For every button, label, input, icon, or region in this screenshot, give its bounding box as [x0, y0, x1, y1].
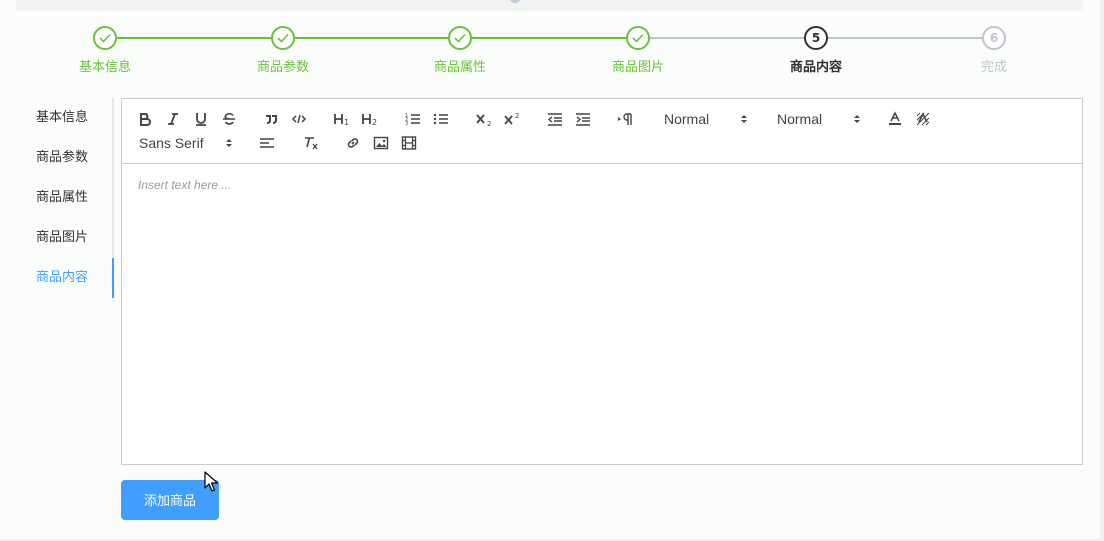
indent-icon[interactable] — [574, 107, 592, 131]
tab-product-attributes[interactable]: 商品属性 — [20, 178, 112, 218]
step-title: 基本信息 — [78, 60, 131, 75]
check-icon — [626, 26, 650, 50]
svg-text:2: 2 — [487, 120, 491, 126]
superscript-icon[interactable]: 2 — [502, 107, 522, 131]
font-select[interactable]: Sans Serif — [139, 131, 233, 155]
outdent-icon[interactable] — [546, 107, 564, 131]
svg-text:2: 2 — [372, 118, 377, 126]
size-select-value: Normal — [777, 111, 823, 127]
tab-product-content[interactable]: 商品内容 — [20, 258, 112, 298]
top-indicator — [509, 0, 521, 3]
header-1-icon[interactable]: 1 — [332, 107, 352, 131]
step-title: 商品内容 — [789, 60, 842, 75]
svg-text:3: 3 — [405, 121, 408, 126]
text-color-icon[interactable] — [886, 107, 904, 131]
header-2-icon[interactable]: 2 — [360, 107, 380, 131]
link-icon[interactable] — [344, 131, 362, 155]
editor-content[interactable]: Insert text here ... — [122, 164, 1082, 464]
video-icon[interactable] — [400, 131, 418, 155]
check-icon — [271, 26, 295, 50]
step-3: 商品属性 — [400, 26, 520, 76]
vertical-tabs: 基本信息 商品参数 商品属性 商品图片 商品内容 — [20, 98, 114, 298]
steps: 基本信息 商品参数 商品属性 商品图片 5 商品内容 6 完成 — [0, 26, 1104, 86]
font-select-value: Sans Serif — [139, 135, 204, 151]
tab-product-params[interactable]: 商品参数 — [20, 138, 112, 178]
step-number: 5 — [804, 26, 828, 50]
step-title: 商品图片 — [611, 60, 664, 75]
align-icon[interactable] — [258, 131, 276, 155]
rich-text-editor: 1 2 123 2 2 Normal Normal Sans Serif Ins… — [121, 98, 1083, 465]
check-icon — [93, 26, 117, 50]
size-select[interactable]: Normal — [777, 107, 861, 131]
step-6: 6 完成 — [934, 26, 1054, 76]
underline-icon[interactable] — [192, 107, 210, 131]
svg-text:2: 2 — [515, 112, 519, 120]
step-4: 商品图片 — [578, 26, 698, 76]
step-number: 6 — [982, 26, 1006, 50]
tab-product-images[interactable]: 商品图片 — [20, 218, 112, 258]
bullet-list-icon[interactable] — [432, 107, 450, 131]
strikethrough-icon[interactable] — [220, 107, 238, 131]
check-icon — [448, 26, 472, 50]
background-color-icon[interactable] — [914, 107, 932, 131]
header-select[interactable]: Normal — [664, 107, 748, 131]
editor-toolbar: 1 2 123 2 2 Normal Normal Sans Serif — [122, 99, 1082, 164]
mouse-cursor-icon — [204, 471, 219, 492]
step-title: 商品属性 — [433, 60, 486, 75]
step-1: 基本信息 — [45, 26, 165, 76]
step-title: 商品参数 — [256, 60, 309, 75]
italic-icon[interactable] — [164, 107, 182, 131]
ordered-list-icon[interactable]: 123 — [404, 107, 422, 131]
top-card-edge — [16, 0, 1083, 11]
select-arrows-icon — [226, 139, 232, 147]
svg-text:1: 1 — [344, 118, 349, 126]
select-arrows-icon — [741, 115, 747, 123]
text-direction-icon[interactable] — [616, 107, 634, 131]
step-5: 5 商品内容 — [756, 26, 876, 76]
step-line-done — [116, 37, 626, 39]
blockquote-icon[interactable] — [262, 107, 280, 131]
clear-format-icon[interactable] — [302, 131, 320, 155]
active-tab-indicator — [112, 258, 114, 298]
header-select-value: Normal — [664, 111, 710, 127]
step-2: 商品参数 — [223, 26, 343, 76]
bold-icon[interactable] — [136, 107, 154, 131]
step-title: 完成 — [980, 60, 1007, 75]
code-block-icon[interactable] — [290, 107, 308, 131]
tab-basic-info[interactable]: 基本信息 — [20, 98, 112, 138]
subscript-icon[interactable]: 2 — [474, 107, 494, 131]
image-icon[interactable] — [372, 131, 390, 155]
select-arrows-icon — [854, 115, 860, 123]
editor-placeholder: Insert text here ... — [138, 178, 232, 192]
